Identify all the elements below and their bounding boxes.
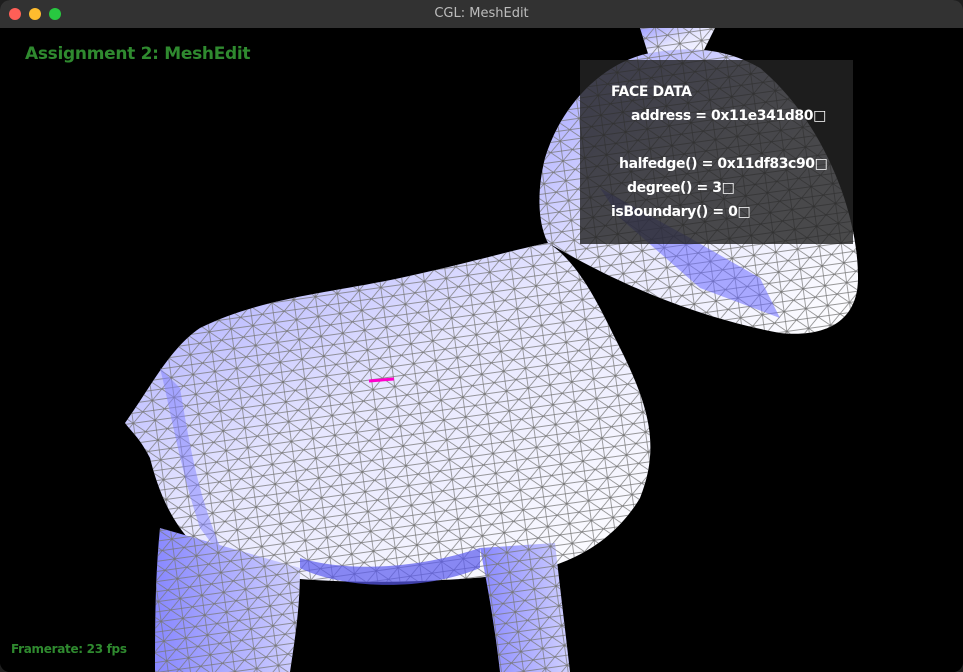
face-address: address = 0x11e341d80□	[631, 108, 826, 124]
app-window: CGL: MeshEdit Assignment 2: MeshEdit Fra…	[0, 0, 963, 672]
face-data-panel: FACE DATA address = 0x11e341d80□ halfedg…	[580, 60, 853, 244]
face-data-header: FACE DATA	[611, 84, 692, 100]
face-is-boundary: isBoundary() = 0□	[611, 204, 751, 220]
title-bar[interactable]: CGL: MeshEdit	[0, 0, 963, 29]
mesh-body	[125, 243, 651, 582]
mesh-front-leg	[480, 543, 570, 672]
mesh-viewport[interactable]: Assignment 2: MeshEdit Framerate: 23 fps…	[0, 28, 963, 672]
face-degree: degree() = 3□	[627, 180, 735, 196]
face-halfedge: halfedge() = 0x11df83c90□	[619, 156, 828, 172]
window-title: CGL: MeshEdit	[434, 6, 529, 21]
framerate-label: Framerate: 23 fps	[11, 642, 127, 656]
selected-edge[interactable]	[368, 377, 395, 383]
assignment-title: Assignment 2: MeshEdit	[25, 44, 251, 64]
